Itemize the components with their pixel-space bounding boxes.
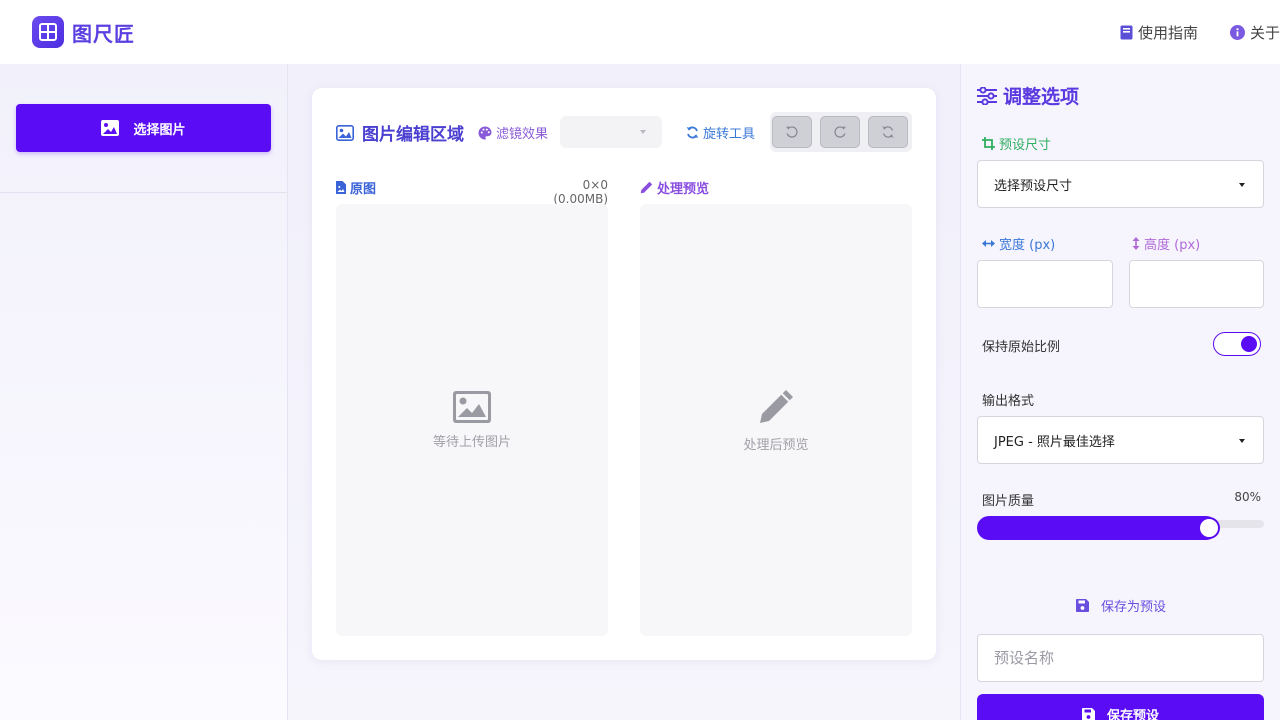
chevron-down-icon — [1239, 439, 1245, 443]
output-format-value: JPEG - 照片最佳选择 — [994, 434, 1115, 450]
sidebar-divider — [0, 192, 287, 193]
quality-slider-handle[interactable] — [1197, 517, 1220, 539]
editor-title: 图片编辑区域 — [336, 120, 464, 145]
arrows-horizontal-icon — [982, 239, 995, 248]
top-header: 图尺匠 使用指南 关于 — [0, 0, 1280, 64]
original-image-panel[interactable]: 等待上传图片 — [336, 204, 608, 636]
sliders-icon — [977, 86, 997, 105]
height-input[interactable] — [1129, 260, 1264, 308]
filter-label: 滤镜效果 — [478, 123, 548, 142]
output-format-label-text: 输出格式 — [982, 394, 1035, 409]
book-icon — [1120, 25, 1133, 40]
pencil-icon — [757, 388, 795, 426]
sync-icon — [686, 126, 699, 139]
rotate-right-icon — [833, 125, 847, 139]
grid-icon — [32, 16, 64, 48]
image-icon — [336, 124, 354, 141]
toggle-knob — [1241, 335, 1257, 352]
chevron-down-icon — [640, 130, 646, 134]
rotate-label-text: 旋转工具 — [703, 127, 756, 142]
original-placeholder: 等待上传图片 — [432, 434, 511, 450]
preview-image-panel: 处理后预览 — [640, 204, 912, 636]
info-icon — [1229, 25, 1245, 40]
nav-guide-label: 使用指南 — [1137, 24, 1198, 42]
rotate-right-button[interactable] — [820, 116, 860, 148]
preset-size-label-text: 预设尺寸 — [999, 138, 1052, 153]
top-nav: 使用指南 关于 — [1088, 22, 1280, 43]
left-sidebar: 选择图片 — [0, 64, 288, 720]
file-image-icon — [336, 181, 346, 194]
app-title: 图尺匠 — [72, 21, 135, 46]
save-preset-text: 保存预设 — [1106, 708, 1159, 720]
reset-rotation-button[interactable] — [868, 116, 908, 148]
preview-placeholder: 处理后预览 — [743, 437, 809, 453]
nav-about-label: 关于 — [1249, 24, 1280, 42]
keep-ratio-label: 保持原始比例 — [982, 340, 1061, 355]
arrows-vertical-icon — [1132, 237, 1140, 250]
preset-size-select[interactable]: 选择预设尺寸 — [977, 160, 1264, 208]
main-area: 图片编辑区域 滤镜效果 旋转工具 原图 0×0 (0.00MB) 等待上传图片 … — [288, 64, 960, 720]
rotate-left-icon — [785, 125, 799, 139]
height-label: 高度 (px) — [1132, 234, 1200, 253]
editor-title-text: 图片编辑区域 — [362, 125, 464, 145]
options-title: 调整选项 — [977, 82, 1079, 109]
original-size-info: 0×0 (0.00MB) — [553, 178, 608, 206]
preview-label-text: 处理预览 — [657, 182, 710, 197]
image-icon — [101, 120, 120, 136]
rotate-left-button[interactable] — [772, 116, 812, 148]
original-label: 原图 — [336, 178, 376, 197]
width-label-text: 宽度 (px) — [999, 238, 1056, 253]
crop-icon — [982, 137, 995, 150]
preset-name-input[interactable] — [977, 634, 1264, 682]
width-label: 宽度 (px) — [982, 234, 1055, 253]
rotate-button-group — [770, 112, 912, 152]
nav-guide-link[interactable]: 使用指南 — [1120, 22, 1198, 43]
palette-icon — [478, 126, 492, 140]
select-image-button[interactable]: 选择图片 — [16, 104, 271, 152]
preset-size-value: 选择预设尺寸 — [994, 178, 1073, 194]
editor-card: 图片编辑区域 滤镜效果 旋转工具 原图 0×0 (0.00MB) 等待上传图片 … — [312, 88, 936, 660]
save-preset-button[interactable]: 保存预设 — [977, 694, 1264, 720]
options-panel: 调整选项 预设尺寸 选择预设尺寸 宽度 (px) 高度 (px) 保持原始比例 … — [960, 64, 1280, 720]
original-label-text: 原图 — [350, 182, 377, 197]
select-image-label: 选择图片 — [133, 122, 186, 138]
sync-icon — [881, 125, 895, 139]
save-as-preset-text: 保存为预设 — [1100, 600, 1166, 615]
height-label-text: 高度 (px) — [1144, 238, 1201, 253]
floppy-disk-icon — [1075, 599, 1089, 612]
preset-size-label: 预设尺寸 — [982, 134, 1051, 153]
quality-label: 图片质量 — [982, 494, 1035, 509]
image-icon — [453, 390, 491, 423]
output-format-label: 输出格式 — [982, 390, 1034, 409]
quality-value: 80% — [1234, 490, 1261, 504]
pencil-icon — [640, 181, 653, 194]
quality-slider-fill — [977, 516, 1218, 540]
app-logo[interactable]: 图尺匠 — [32, 16, 135, 48]
rotate-label: 旋转工具 — [686, 123, 755, 142]
save-as-preset-link[interactable]: 保存为预设 — [961, 596, 1280, 615]
preview-label: 处理预览 — [640, 178, 709, 197]
nav-about-link[interactable]: 关于 — [1229, 22, 1280, 43]
chevron-down-icon — [1239, 183, 1245, 187]
keep-ratio-toggle[interactable] — [1213, 332, 1261, 356]
floppy-disk-icon — [1081, 707, 1095, 720]
filter-select[interactable] — [560, 116, 662, 148]
options-title-text: 调整选项 — [1003, 86, 1080, 108]
filter-label-text: 滤镜效果 — [496, 127, 549, 142]
output-format-select[interactable]: JPEG - 照片最佳选择 — [977, 416, 1264, 464]
width-input[interactable] — [977, 260, 1113, 308]
